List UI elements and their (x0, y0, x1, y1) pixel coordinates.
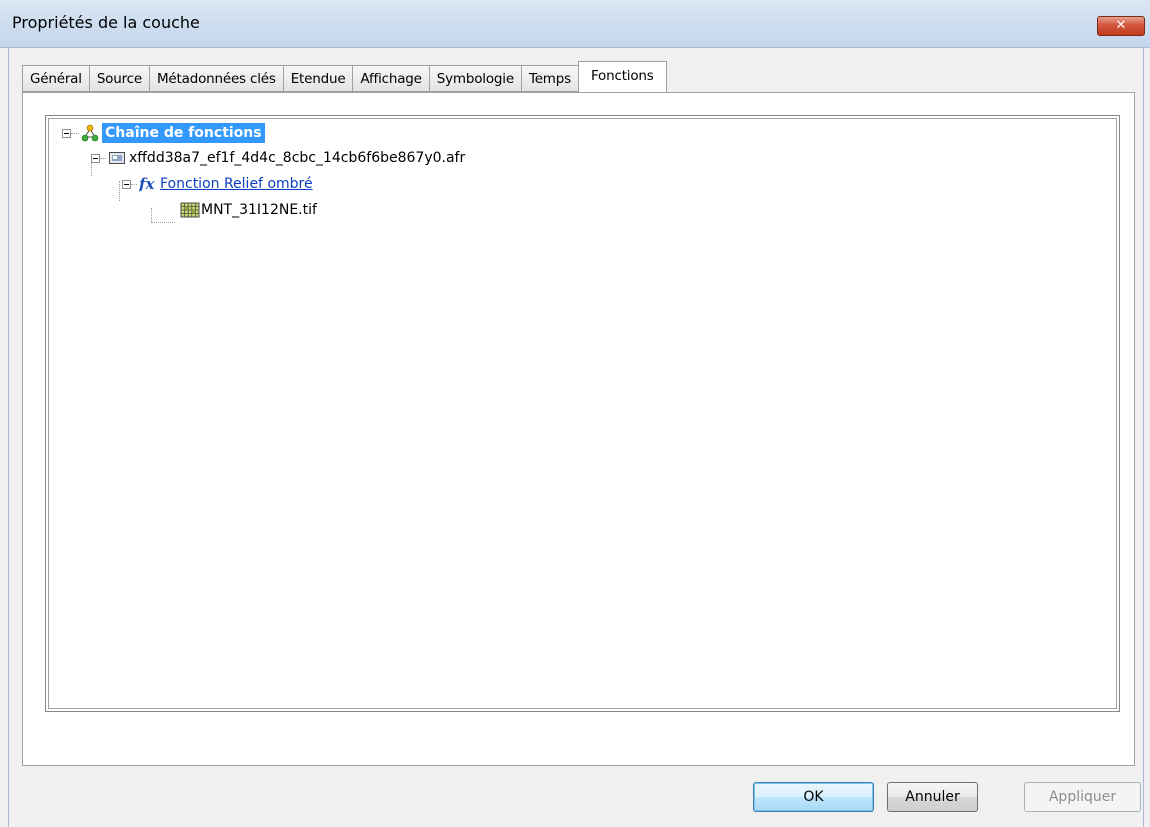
tree-node-label: xffdd38a7_ef1f_4d4c_8cbc_14cb6f6be867y0.… (129, 150, 466, 166)
tab-panel-functions: Chaîne de fonctions xffdd38a7_ef1f_4d4c_… (22, 92, 1135, 766)
tab-symbology[interactable]: Symbologie (428, 65, 521, 92)
function-chain-icon (81, 124, 99, 142)
tree-node-label: MNT_31I12NE.tif (201, 202, 317, 218)
tab-source[interactable]: Source (88, 65, 149, 92)
tab-strip: Général Source Métadonnées clés Etendue … (22, 61, 667, 92)
ok-button[interactable]: OK (753, 782, 874, 812)
tab-time[interactable]: Temps (520, 65, 579, 92)
tree-node-label: Chaîne de fonctions (102, 123, 265, 143)
svg-text:fx: fx (139, 175, 155, 193)
hillshade-function-link[interactable]: Fonction Relief ombré (160, 176, 313, 192)
cancel-button[interactable]: Annuler (887, 782, 978, 812)
collapse-toggle[interactable] (122, 179, 131, 189)
function-tree[interactable]: Chaîne de fonctions xffdd38a7_ef1f_4d4c_… (45, 115, 1120, 712)
tree-node-raster[interactable]: MNT_31I12NE.tif (178, 199, 317, 221)
tab-key-metadata[interactable]: Métadonnées clés (148, 65, 283, 92)
close-button[interactable]: ✕ (1097, 16, 1145, 36)
tab-extent[interactable]: Etendue (282, 65, 353, 92)
tab-functions[interactable]: Fonctions (577, 61, 667, 92)
close-icon: ✕ (1115, 18, 1127, 33)
collapse-toggle[interactable] (91, 153, 100, 163)
tree-node-dataset[interactable]: xffdd38a7_ef1f_4d4c_8cbc_14cb6f6be867y0.… (91, 147, 465, 169)
raster-dataset-icon (108, 149, 126, 167)
tab-general[interactable]: Général (22, 65, 89, 92)
collapse-toggle[interactable] (62, 128, 71, 138)
tree-node-hillshade-function[interactable]: fx Fonction Relief ombré (122, 173, 313, 195)
fx-icon: fx (138, 175, 157, 193)
tab-display[interactable]: Affichage (352, 65, 429, 92)
tree-node-function-chain[interactable]: Chaîne de fonctions (62, 122, 265, 144)
window-title: Propriétés de la couche (12, 13, 200, 32)
apply-button[interactable]: Appliquer (1024, 782, 1141, 812)
title-bar: Propriétés de la couche ✕ (0, 0, 1150, 48)
raster-grid-icon (180, 201, 200, 219)
